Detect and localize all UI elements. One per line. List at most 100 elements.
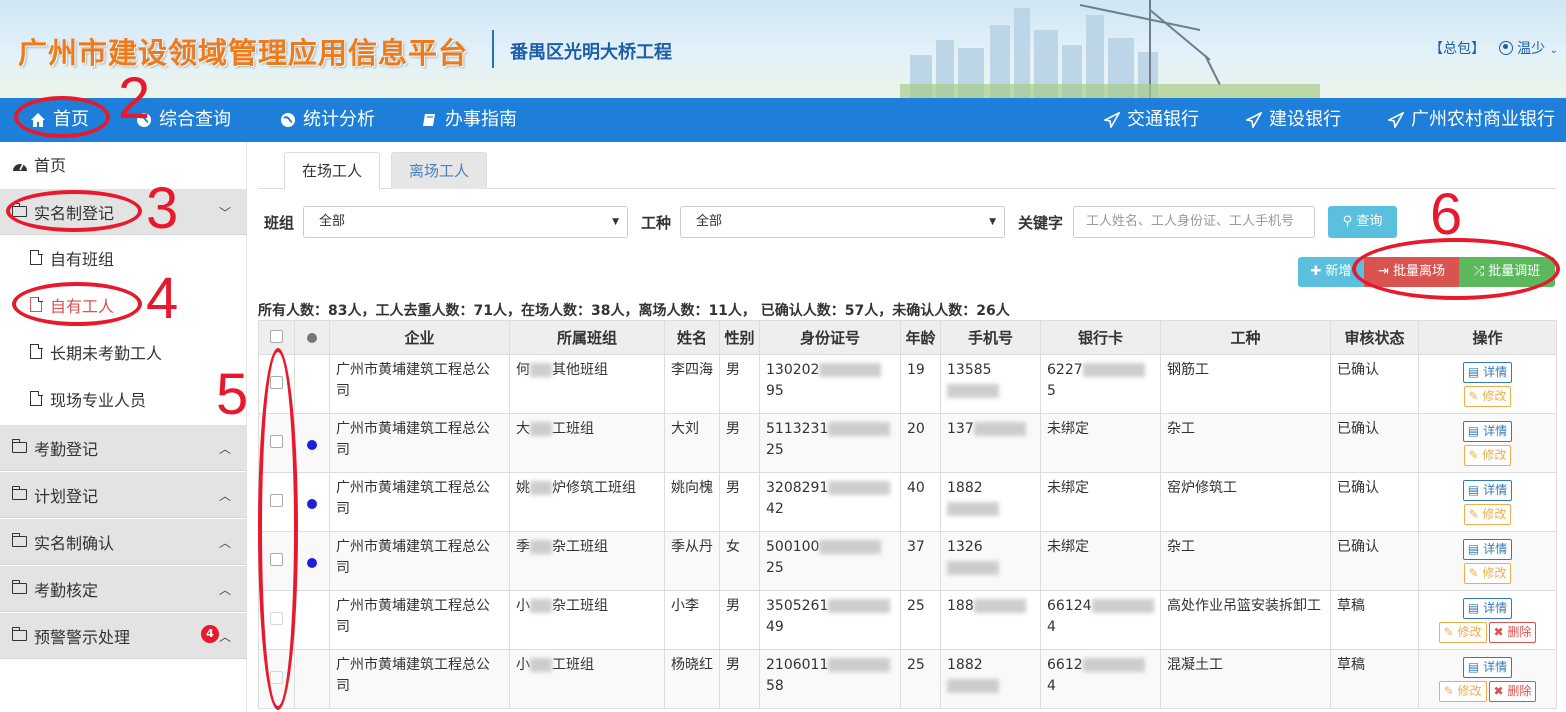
detail-button[interactable]: ▤ 详情 [1462, 421, 1513, 442]
checkbox[interactable] [270, 612, 283, 625]
company-text: 广州市黄埔建筑工程总公司 [336, 362, 490, 399]
nav-query[interactable]: 综合查询 [136, 98, 231, 142]
package-label[interactable]: 【总包】 [1429, 38, 1485, 58]
paper-plane-icon [1388, 112, 1404, 128]
sidebar-item-site-staff[interactable]: 现场专业人员 [0, 375, 247, 422]
row-checkbox[interactable] [258, 413, 295, 473]
trade-text: 钢筋工 [1167, 362, 1209, 378]
checkbox[interactable] [270, 376, 283, 389]
cell-trade: 窑炉修筑工 [1160, 472, 1331, 532]
gender-text: 男 [726, 480, 740, 496]
unconfirmed-dot-icon [307, 499, 317, 509]
sidebar-group-plan[interactable]: 计划登记 ︿ [0, 472, 247, 518]
row-checkbox[interactable] [258, 590, 295, 650]
sidebar-item-home[interactable]: 首页 [0, 142, 247, 189]
checkbox[interactable] [270, 494, 283, 507]
nav-bank-grcb[interactable]: 广州农村商业银行 [1388, 98, 1555, 142]
name-text: 大刘 [671, 421, 699, 437]
detail-button[interactable]: ▤ 详情 [1462, 657, 1513, 678]
cell-phone: 1882 [940, 472, 1041, 532]
cell-phone: 1882 [940, 649, 1041, 709]
edit-button[interactable]: ✎ 修改 [1463, 386, 1512, 407]
status-text: 已确认 [1337, 539, 1379, 555]
cell-age: 19 [900, 354, 941, 414]
row-checkbox[interactable] [258, 354, 295, 414]
checkbox[interactable] [270, 553, 283, 566]
delete-button[interactable]: ✖ 删除 [1488, 681, 1537, 702]
sidebar-item-label: 长期未考勤工人 [50, 343, 163, 363]
sidebar-group-attendance[interactable]: 考勤登记 ︿ [0, 425, 247, 471]
tab-offsite-workers[interactable]: 离场工人 [391, 152, 487, 189]
phone-text: 13585 [947, 362, 992, 378]
row-status-dot [294, 649, 330, 709]
sidebar-group-label: 实名制确认 [34, 533, 115, 553]
row-checkbox[interactable] [258, 531, 295, 591]
nav-bank-bocom[interactable]: 交通银行 [1104, 98, 1199, 142]
nav-guide-label: 办事指南 [445, 109, 517, 130]
detail-button[interactable]: ▤ 详情 [1462, 362, 1513, 383]
edit-button[interactable]: ✎ 修改 [1463, 563, 1512, 584]
redacted-text [828, 599, 891, 613]
cell-status: 草稿 [1330, 590, 1419, 650]
folder-icon [11, 627, 27, 641]
home-icon [31, 113, 45, 127]
detail-button[interactable]: ▤ 详情 [1462, 480, 1513, 501]
trade-select[interactable]: 全部 ▼ [680, 206, 1005, 238]
team-text: 炉修筑工班组 [552, 480, 636, 496]
detail-button[interactable]: ▤ 详情 [1462, 598, 1513, 619]
edit-button[interactable]: ✎ 修改 [1463, 504, 1512, 525]
tab-onsite-workers[interactable]: 在场工人 [284, 152, 380, 190]
status-dot-header [294, 320, 330, 355]
batch-transfer-button[interactable]: ⤮ 批量调班 [1459, 257, 1555, 287]
nav-guide[interactable]: 办事指南 [422, 98, 517, 142]
sidebar-group-realname[interactable]: 实名制登记 ﹀ [0, 189, 247, 235]
phone-text: 188 [947, 598, 974, 614]
title-separator [492, 30, 494, 68]
delete-icon: ✖ [1493, 625, 1508, 639]
row-checkbox[interactable] [258, 472, 295, 532]
paper-plane-icon [1246, 112, 1262, 128]
group-select[interactable]: 全部 ▼ [303, 206, 628, 238]
sidebar-group-label: 考勤核定 [34, 580, 99, 600]
checkbox[interactable] [270, 671, 283, 684]
nav-stats[interactable]: 统计分析 [280, 98, 375, 142]
checkbox[interactable] [270, 435, 283, 448]
sidebar-group-attendance-check[interactable]: 考勤核定 ︿ [0, 566, 247, 612]
sidebar-item-no-attendance[interactable]: 长期未考勤工人 [0, 328, 247, 375]
id-text: 49 [766, 619, 784, 635]
team-text: 杂工班组 [552, 598, 608, 614]
edit-button[interactable]: ✎ 修改 [1438, 681, 1487, 702]
batch-leave-button[interactable]: ⇥ 批量离场 [1364, 257, 1459, 287]
nav-home[interactable]: 首页 [30, 98, 89, 142]
cell-operations: ▤ 详情 ✎ 修改 [1418, 413, 1557, 473]
nav-bank-ccb[interactable]: 建设银行 [1246, 98, 1341, 142]
search-button[interactable]: ⚲ 查询 [1328, 206, 1397, 238]
cell-age: 40 [900, 472, 941, 532]
card-text: 未绑定 [1047, 539, 1089, 555]
team-text: 姚 [516, 480, 530, 496]
phone-text: 1882 [947, 480, 983, 496]
cell-id: 130202 95 [759, 354, 901, 414]
edit-button[interactable]: ✎ 修改 [1463, 445, 1512, 466]
sidebar-group-confirm[interactable]: 实名制确认 ︿ [0, 519, 247, 565]
keyword-input[interactable]: 工人姓名、工人身份证、工人手机号 [1073, 206, 1315, 238]
delete-button[interactable]: ✖ 删除 [1488, 622, 1537, 643]
edit-button[interactable]: ✎ 修改 [1438, 622, 1487, 643]
trade-text: 窑炉修筑工 [1167, 480, 1237, 496]
row-checkbox[interactable] [258, 649, 295, 709]
add-button[interactable]: ✚ 新增 [1298, 257, 1364, 287]
row-status-dot [294, 472, 330, 532]
select-all-checkbox[interactable] [258, 320, 295, 355]
cell-company: 广州市黄埔建筑工程总公司 [329, 413, 510, 473]
globe-icon [137, 113, 151, 127]
sidebar-group-warning[interactable]: 预警警示处理 4 ︿ [0, 613, 247, 659]
cell-gender: 男 [719, 590, 760, 650]
sidebar-item-own-workers[interactable]: 自有工人 [0, 281, 247, 328]
cell-operations: ▤ 详情 ✎ 修改 [1418, 531, 1557, 591]
detail-icon: ▤ [1467, 660, 1484, 674]
sidebar-item-own-team[interactable]: 自有班组 [0, 234, 247, 281]
age-text: 37 [907, 539, 925, 555]
user-menu[interactable]: 温少 ⌄ [1499, 38, 1558, 58]
age-text: 25 [907, 598, 925, 614]
detail-button[interactable]: ▤ 详情 [1462, 539, 1513, 560]
